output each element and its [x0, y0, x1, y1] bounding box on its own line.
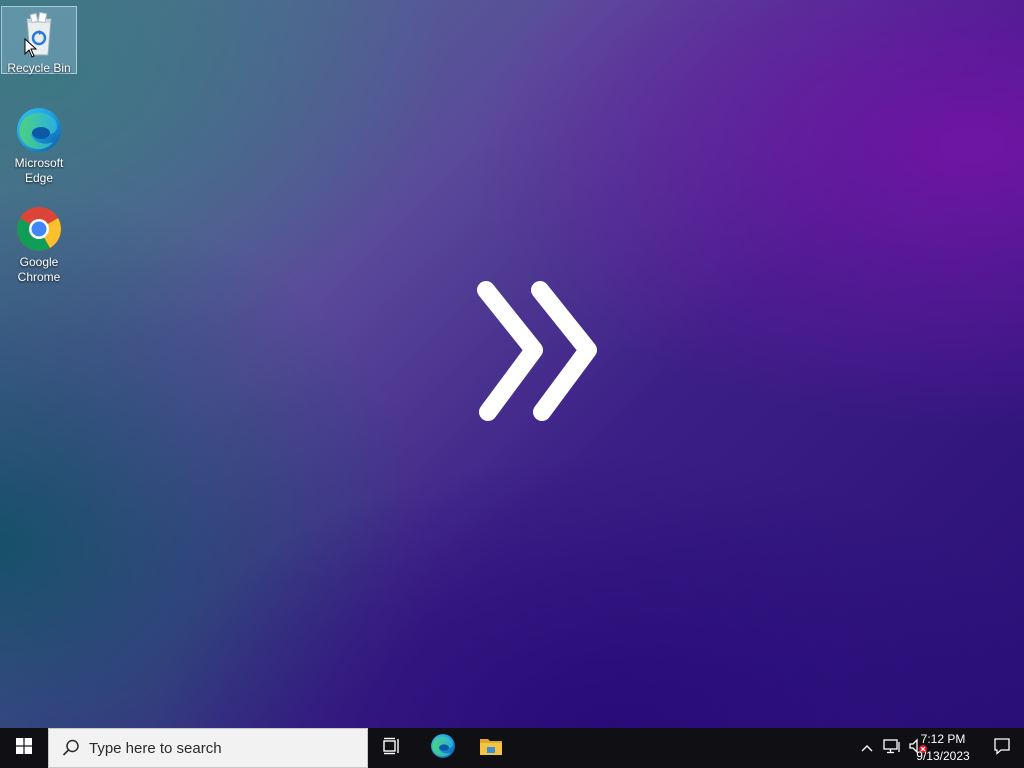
- chrome-icon: [15, 205, 63, 253]
- taskbar-file-explorer-button[interactable]: [467, 728, 515, 768]
- folder-icon: [479, 736, 503, 761]
- desktop-icon-label: Recycle Bin: [7, 61, 71, 75]
- desktop-icon-google-chrome[interactable]: Google Chrome: [1, 201, 77, 287]
- clock[interactable]: 7:12 PM 9/13/2023: [908, 731, 978, 765]
- notification-button[interactable]: [980, 728, 1024, 768]
- notification-icon: [993, 737, 1011, 760]
- clock-time: 7:12 PM: [920, 732, 966, 746]
- recycle-bin-icon: [15, 11, 63, 59]
- network-button[interactable]: [880, 728, 904, 768]
- system-tray: 7:12 PM 9/13/2023: [824, 728, 1024, 768]
- edge-icon: [15, 106, 63, 154]
- clock-date: 9/13/2023: [916, 749, 970, 763]
- task-view-icon: [382, 737, 402, 760]
- task-view-button[interactable]: [368, 728, 416, 768]
- desktop-icon-recycle-bin[interactable]: Recycle Bin: [1, 6, 77, 75]
- search-icon: [61, 738, 81, 758]
- taskbar-edge-button[interactable]: [419, 728, 467, 768]
- mouse-cursor-icon: [24, 37, 38, 58]
- desktop-icon-label: Google Chrome: [17, 255, 61, 284]
- desktop-icon-label: Microsoft Edge: [14, 156, 64, 185]
- search-input[interactable]: Type here to search: [48, 728, 368, 768]
- start-button[interactable]: [0, 728, 48, 768]
- desktop-icon-microsoft-edge[interactable]: Microsoft Edge: [1, 102, 77, 188]
- windows-logo-icon: [16, 737, 32, 759]
- network-icon: [883, 738, 901, 759]
- double-chevron-icon: [470, 276, 610, 426]
- desktop: Recycle Bin Microsoft Edge Google Chrome: [0, 0, 1024, 728]
- taskbar: Type here to search 7:12 PM 9/13/2023: [0, 728, 1024, 768]
- search-placeholder: Type here to search: [89, 739, 222, 757]
- chevron-up-icon: [861, 739, 873, 757]
- edge-icon: [430, 733, 456, 764]
- show-hidden-icons-button[interactable]: [856, 728, 878, 768]
